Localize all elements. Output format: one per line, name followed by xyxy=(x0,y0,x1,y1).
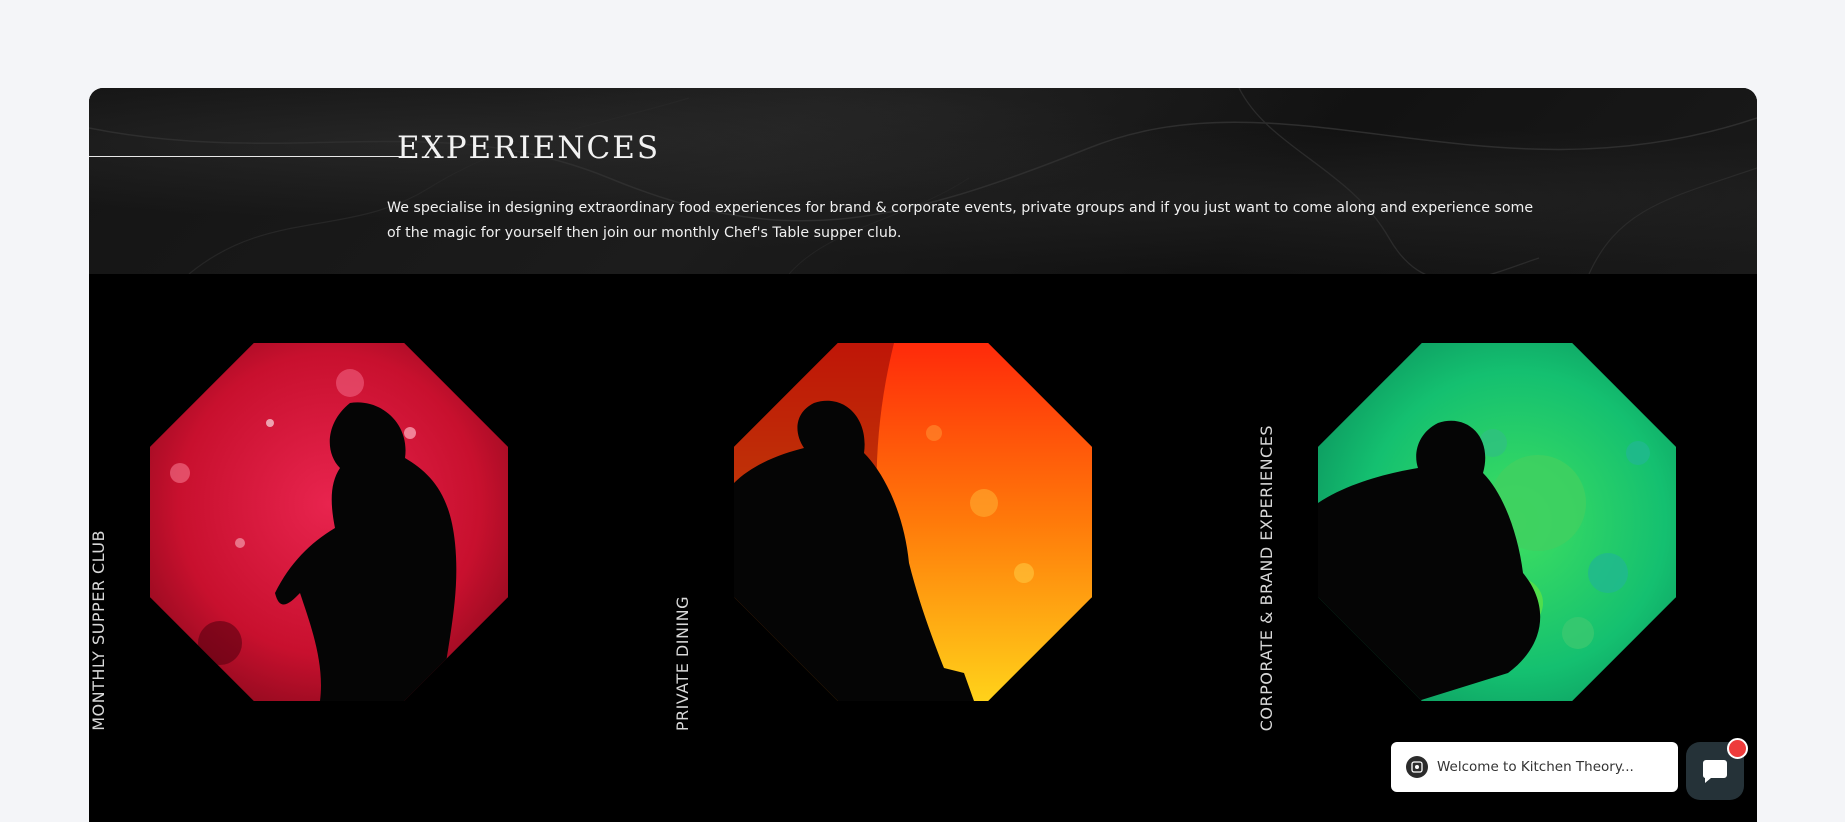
notification-badge xyxy=(1727,738,1748,759)
experiences-section: EXPERIENCES We specialise in designing e… xyxy=(89,88,1757,822)
marble-texture xyxy=(89,88,1757,274)
section-intro: We specialise in designing extraordinary… xyxy=(387,200,1534,241)
card-image[interactable] xyxy=(1318,343,1676,701)
marble-header: EXPERIENCES We specialise in designing e… xyxy=(89,88,1757,274)
chat-welcome-bubble[interactable]: Welcome to Kitchen Theory... xyxy=(1391,742,1678,792)
card-image[interactable] xyxy=(734,343,1092,701)
card-image[interactable] xyxy=(150,343,508,701)
chat-avatar-icon xyxy=(1406,756,1428,778)
title-divider xyxy=(89,156,412,157)
card-label[interactable]: MONTHLY SUPPER CLUB xyxy=(89,530,108,731)
chat-welcome-text: Welcome to Kitchen Theory... xyxy=(1437,759,1634,775)
chat-icon xyxy=(1702,760,1727,783)
section-title: EXPERIENCES xyxy=(397,130,661,166)
card-corporate-brand-experiences[interactable]: CORPORATE & BRAND EXPERIENCES xyxy=(1257,343,1677,733)
card-monthly-supper-club[interactable]: MONTHLY SUPPER CLUB xyxy=(89,343,509,733)
card-label[interactable]: CORPORATE & BRAND EXPERIENCES xyxy=(1257,425,1276,731)
card-label[interactable]: PRIVATE DINING xyxy=(673,596,692,731)
card-private-dining[interactable]: PRIVATE DINING xyxy=(673,343,1093,733)
